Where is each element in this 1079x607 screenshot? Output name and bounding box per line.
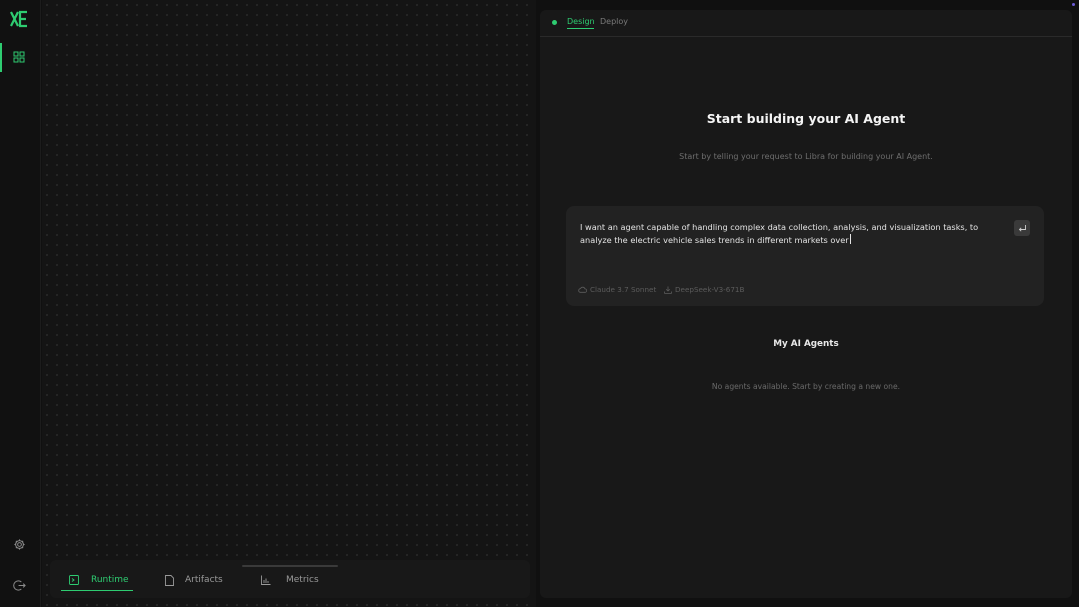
file-icon [165,574,174,586]
tab-runtime-underline [61,590,133,591]
grid-icon[interactable] [13,51,27,65]
terminal-icon [69,575,79,585]
tab-deploy[interactable]: Deploy [600,16,628,28]
page-subtitle: Start by telling your request to Libra f… [679,152,933,161]
tab-metrics-label: Metrics [286,575,319,585]
model-option-deepseek[interactable]: DeepSeek-V3-671B [664,284,744,295]
text-caret [849,234,851,244]
tab-runtime[interactable]: Runtime [69,569,129,591]
send-button[interactable] [1014,220,1030,236]
logout-icon[interactable] [13,579,27,593]
prompt-textarea[interactable]: I want an agent capable of handling comp… [580,221,1000,247]
tab-metrics[interactable]: Metrics [261,569,319,591]
resize-handle[interactable] [242,565,338,567]
tab-runtime-label: Runtime [91,575,129,585]
cloud-icon [578,286,587,293]
enter-icon [1018,224,1027,233]
status-dot [552,20,557,25]
prompt-value: I want an agent capable of handling comp… [580,222,979,245]
sidebar [0,0,41,607]
model-claude-label: Claude 3.7 Sonnet [590,285,657,294]
tab-artifacts[interactable]: Artifacts [165,569,223,591]
tab-design[interactable]: Design [567,16,595,28]
agents-empty-state: No agents available. Start by creating a… [711,382,901,391]
bar-chart-icon [261,575,271,585]
xe-logo-icon[interactable] [10,10,30,30]
notification-dot [1072,3,1075,6]
tab-artifacts-label: Artifacts [185,575,223,585]
page-title: Start building your AI Agent [706,111,906,126]
download-icon [664,286,672,294]
workflow-canvas[interactable] [42,0,536,607]
model-deepseek-label: DeepSeek-V3-671B [675,285,745,294]
nav-active-indicator [0,43,2,72]
my-agents-heading: My AI Agents [773,339,839,349]
gear-icon[interactable] [13,538,27,552]
model-option-claude[interactable]: Claude 3.7 Sonnet [578,284,656,295]
tab-design-underline [567,28,594,29]
